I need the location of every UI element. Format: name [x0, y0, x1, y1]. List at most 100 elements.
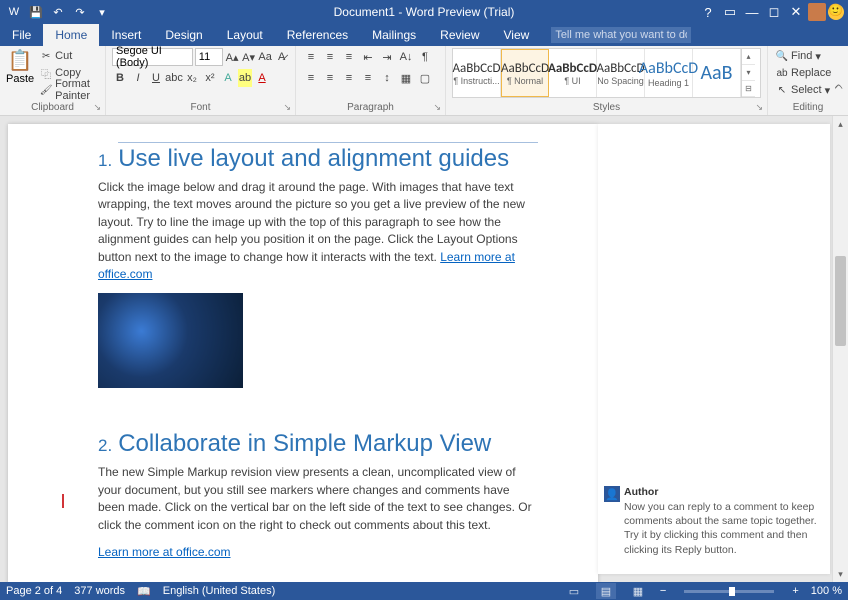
learn-more-link[interactable]: Learn more at office.com: [98, 545, 231, 559]
document-page[interactable]: 1. Use live layout and alignment guides …: [8, 124, 598, 582]
styles-scroll-up-icon[interactable]: ▴: [742, 49, 755, 65]
inline-image[interactable]: [98, 293, 243, 388]
read-mode-icon[interactable]: ▭: [564, 583, 584, 599]
revision-bar[interactable]: [62, 494, 64, 508]
bullets-button[interactable]: ≡: [302, 48, 320, 66]
find-button[interactable]: 🔍Find▾: [774, 48, 842, 64]
shrink-font-button[interactable]: A▾: [241, 48, 256, 66]
format-painter-button[interactable]: 🖌Format Painter: [38, 82, 99, 98]
highlight-button[interactable]: ab: [238, 69, 252, 87]
strikethrough-button[interactable]: abc: [166, 69, 182, 87]
paragraph-dialog-launcher-icon[interactable]: ↘: [433, 102, 441, 113]
style-ui[interactable]: AaBbCcD¶ UI: [549, 49, 597, 97]
tab-references[interactable]: References: [275, 24, 360, 46]
select-button[interactable]: ↖Select▾: [774, 82, 842, 98]
cut-label: Cut: [55, 50, 72, 62]
styles-expand-icon[interactable]: ⊟: [742, 81, 755, 97]
comment-item[interactable]: 👤 Author Now you can reply to a comment …: [604, 486, 824, 557]
ribbon-options-icon[interactable]: ▭: [720, 2, 740, 22]
tab-layout[interactable]: Layout: [215, 24, 275, 46]
qat-customize-icon[interactable]: ▾: [92, 2, 112, 22]
scroll-down-icon[interactable]: ▾: [833, 566, 848, 582]
collapse-ribbon-icon[interactable]: ᨈ: [835, 80, 844, 93]
minimize-icon[interactable]: —: [742, 2, 762, 22]
tab-home[interactable]: Home: [43, 24, 99, 46]
copy-icon: ⿻: [40, 67, 52, 79]
tab-view[interactable]: View: [492, 24, 542, 46]
undo-icon[interactable]: ↶: [48, 2, 68, 22]
font-dialog-launcher-icon[interactable]: ↘: [283, 102, 291, 113]
word-icon[interactable]: W: [4, 2, 24, 22]
redo-icon[interactable]: ↷: [70, 2, 90, 22]
language-indicator[interactable]: English (United States): [163, 585, 276, 597]
subscript-button[interactable]: x₂: [184, 69, 200, 87]
close-icon[interactable]: ✕: [786, 2, 806, 22]
user-avatar[interactable]: [808, 3, 826, 21]
feedback-icon[interactable]: [828, 4, 844, 20]
grow-font-button[interactable]: A▴: [225, 48, 240, 66]
change-case-button[interactable]: Aa: [258, 48, 273, 66]
save-icon[interactable]: 💾: [26, 2, 46, 22]
sort-button[interactable]: A↓: [397, 48, 415, 66]
zoom-thumb[interactable]: [729, 587, 735, 596]
proofing-icon[interactable]: 📖: [137, 585, 151, 598]
word-count[interactable]: 377 words: [74, 585, 125, 597]
zoom-slider[interactable]: [684, 590, 774, 593]
underline-button[interactable]: U: [148, 69, 164, 87]
tab-design[interactable]: Design: [153, 24, 214, 46]
styles-scroll-down-icon[interactable]: ▾: [742, 65, 755, 81]
align-left-button[interactable]: ≡: [302, 69, 320, 87]
print-layout-icon[interactable]: ▤: [596, 583, 616, 599]
text-effects-button[interactable]: A: [220, 69, 236, 87]
styles-gallery: AaBbCcD¶ Instructi... AaBbCcD¶ Normal Aa…: [452, 48, 761, 98]
cut-button[interactable]: ✂Cut: [38, 48, 99, 64]
bold-button[interactable]: B: [112, 69, 128, 87]
tab-file[interactable]: File: [0, 24, 43, 46]
vertical-scrollbar[interactable]: ▴ ▾: [832, 116, 848, 582]
paragraph-group-label: Paragraph: [296, 102, 445, 113]
paste-button[interactable]: 📋 Paste: [6, 48, 34, 98]
align-center-button[interactable]: ≡: [321, 69, 339, 87]
tab-review[interactable]: Review: [428, 24, 491, 46]
styles-dialog-launcher-icon[interactable]: ↘: [755, 102, 763, 113]
align-right-button[interactable]: ≡: [340, 69, 358, 87]
tell-me-box[interactable]: [551, 24, 691, 46]
page-indicator[interactable]: Page 2 of 4: [6, 585, 62, 597]
italic-button[interactable]: I: [130, 69, 146, 87]
zoom-level[interactable]: 100 %: [811, 585, 842, 597]
web-layout-icon[interactable]: ▦: [628, 583, 648, 599]
scroll-up-icon[interactable]: ▴: [833, 116, 848, 132]
style-no-spacing[interactable]: AaBbCcDNo Spacing: [597, 49, 645, 97]
zoom-in-icon[interactable]: +: [792, 585, 798, 597]
scrollbar-thumb[interactable]: [835, 256, 846, 346]
help-icon[interactable]: ?: [698, 2, 718, 22]
multilevel-list-button[interactable]: ≡: [340, 48, 358, 66]
style-instructions[interactable]: AaBbCcD¶ Instructi...: [453, 49, 501, 97]
numbering-button[interactable]: ≡: [321, 48, 339, 66]
replace-button[interactable]: abReplace: [774, 65, 842, 81]
style-normal[interactable]: AaBbCcD¶ Normal: [501, 49, 549, 97]
superscript-button[interactable]: x²: [202, 69, 218, 87]
window-title: Document1 - Word Preview (Trial): [334, 5, 515, 19]
font-color-button[interactable]: A: [254, 69, 270, 87]
zoom-out-icon[interactable]: −: [660, 585, 666, 597]
line-spacing-button[interactable]: ↕: [378, 69, 396, 87]
borders-button[interactable]: ▢: [416, 69, 434, 87]
maximize-icon[interactable]: ◻: [764, 2, 784, 22]
show-marks-button[interactable]: ¶: [416, 48, 434, 66]
clipboard-dialog-launcher-icon[interactable]: ↘: [93, 102, 101, 113]
increase-indent-button[interactable]: ⇥: [378, 48, 396, 66]
shading-button[interactable]: ▦: [397, 69, 415, 87]
tab-insert[interactable]: Insert: [99, 24, 153, 46]
decrease-indent-button[interactable]: ⇤: [359, 48, 377, 66]
justify-button[interactable]: ≡: [359, 69, 377, 87]
style-heading1[interactable]: AaBbCcDHeading 1: [645, 49, 693, 97]
select-label: Select: [791, 84, 822, 96]
comment-avatar-icon: 👤: [604, 486, 620, 502]
style-more[interactable]: AaB: [693, 49, 741, 97]
font-name-combo[interactable]: Segoe UI (Body): [112, 48, 193, 66]
tab-mailings[interactable]: Mailings: [360, 24, 428, 46]
font-size-combo[interactable]: 11: [195, 48, 223, 66]
tell-me-input[interactable]: [551, 27, 691, 43]
clear-formatting-button[interactable]: A̷: [274, 48, 289, 66]
